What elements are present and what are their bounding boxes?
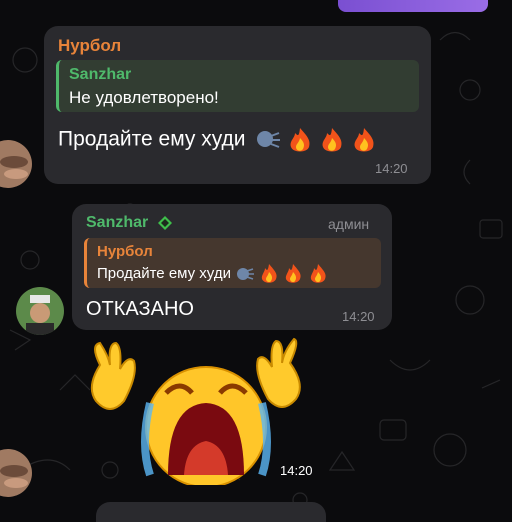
- raised-hand-icon: [256, 337, 301, 408]
- fire-icon: [310, 264, 326, 283]
- avatar-image: [16, 287, 64, 335]
- admin-badge: админ: [328, 216, 370, 232]
- sticker-time: 14:20: [280, 463, 313, 478]
- reply-sender-name: Sanzhar: [69, 66, 132, 83]
- speaking-head-icon: [257, 131, 281, 148]
- reply-text: Не удовлетворено!: [69, 88, 219, 107]
- reply-preview[interactable]: Sanzhar Не удовлетворено!: [56, 60, 419, 112]
- fire-icon: [322, 128, 342, 152]
- top-accent-bar: [338, 0, 488, 12]
- sender-name[interactable]: Sanzhar: [86, 214, 173, 232]
- crying-face-icon: [141, 366, 271, 485]
- message-time: 14:20: [342, 309, 375, 324]
- message-bubble-1[interactable]: Нурбол Sanzhar Не удовлетворено! Продайт…: [44, 26, 431, 184]
- fire-icon: [354, 128, 374, 152]
- sender-name-text: Sanzhar: [86, 214, 149, 231]
- reply-text-content: Продайте ему худи: [97, 264, 231, 282]
- message-text: Продайте ему худи: [58, 126, 377, 154]
- fire-icon: [262, 264, 277, 283]
- message-text: ОТКАЗАНО: [86, 298, 194, 320]
- message-time: 14:20: [375, 161, 408, 176]
- reply-text: Продайте ему худи: [97, 263, 328, 285]
- speaking-head-icon: [237, 268, 255, 280]
- message-bubble-2[interactable]: Sanzhar админ Нурбол Продайте ему худи О…: [72, 204, 392, 330]
- fire-icon: [290, 128, 310, 152]
- avatar-sanzhar[interactable]: [16, 287, 64, 335]
- sender-name[interactable]: Нурбол: [58, 36, 121, 56]
- reply-sender-name: Нурбол: [97, 243, 153, 260]
- raised-hand-icon: [90, 341, 136, 410]
- green-diamond-icon: [157, 215, 172, 230]
- reply-preview[interactable]: Нурбол Продайте ему худи: [84, 238, 381, 288]
- fire-icon: [286, 264, 302, 283]
- message-bubble-3-partial[interactable]: [96, 502, 326, 522]
- message-text-content: Продайте ему худи: [58, 127, 246, 151]
